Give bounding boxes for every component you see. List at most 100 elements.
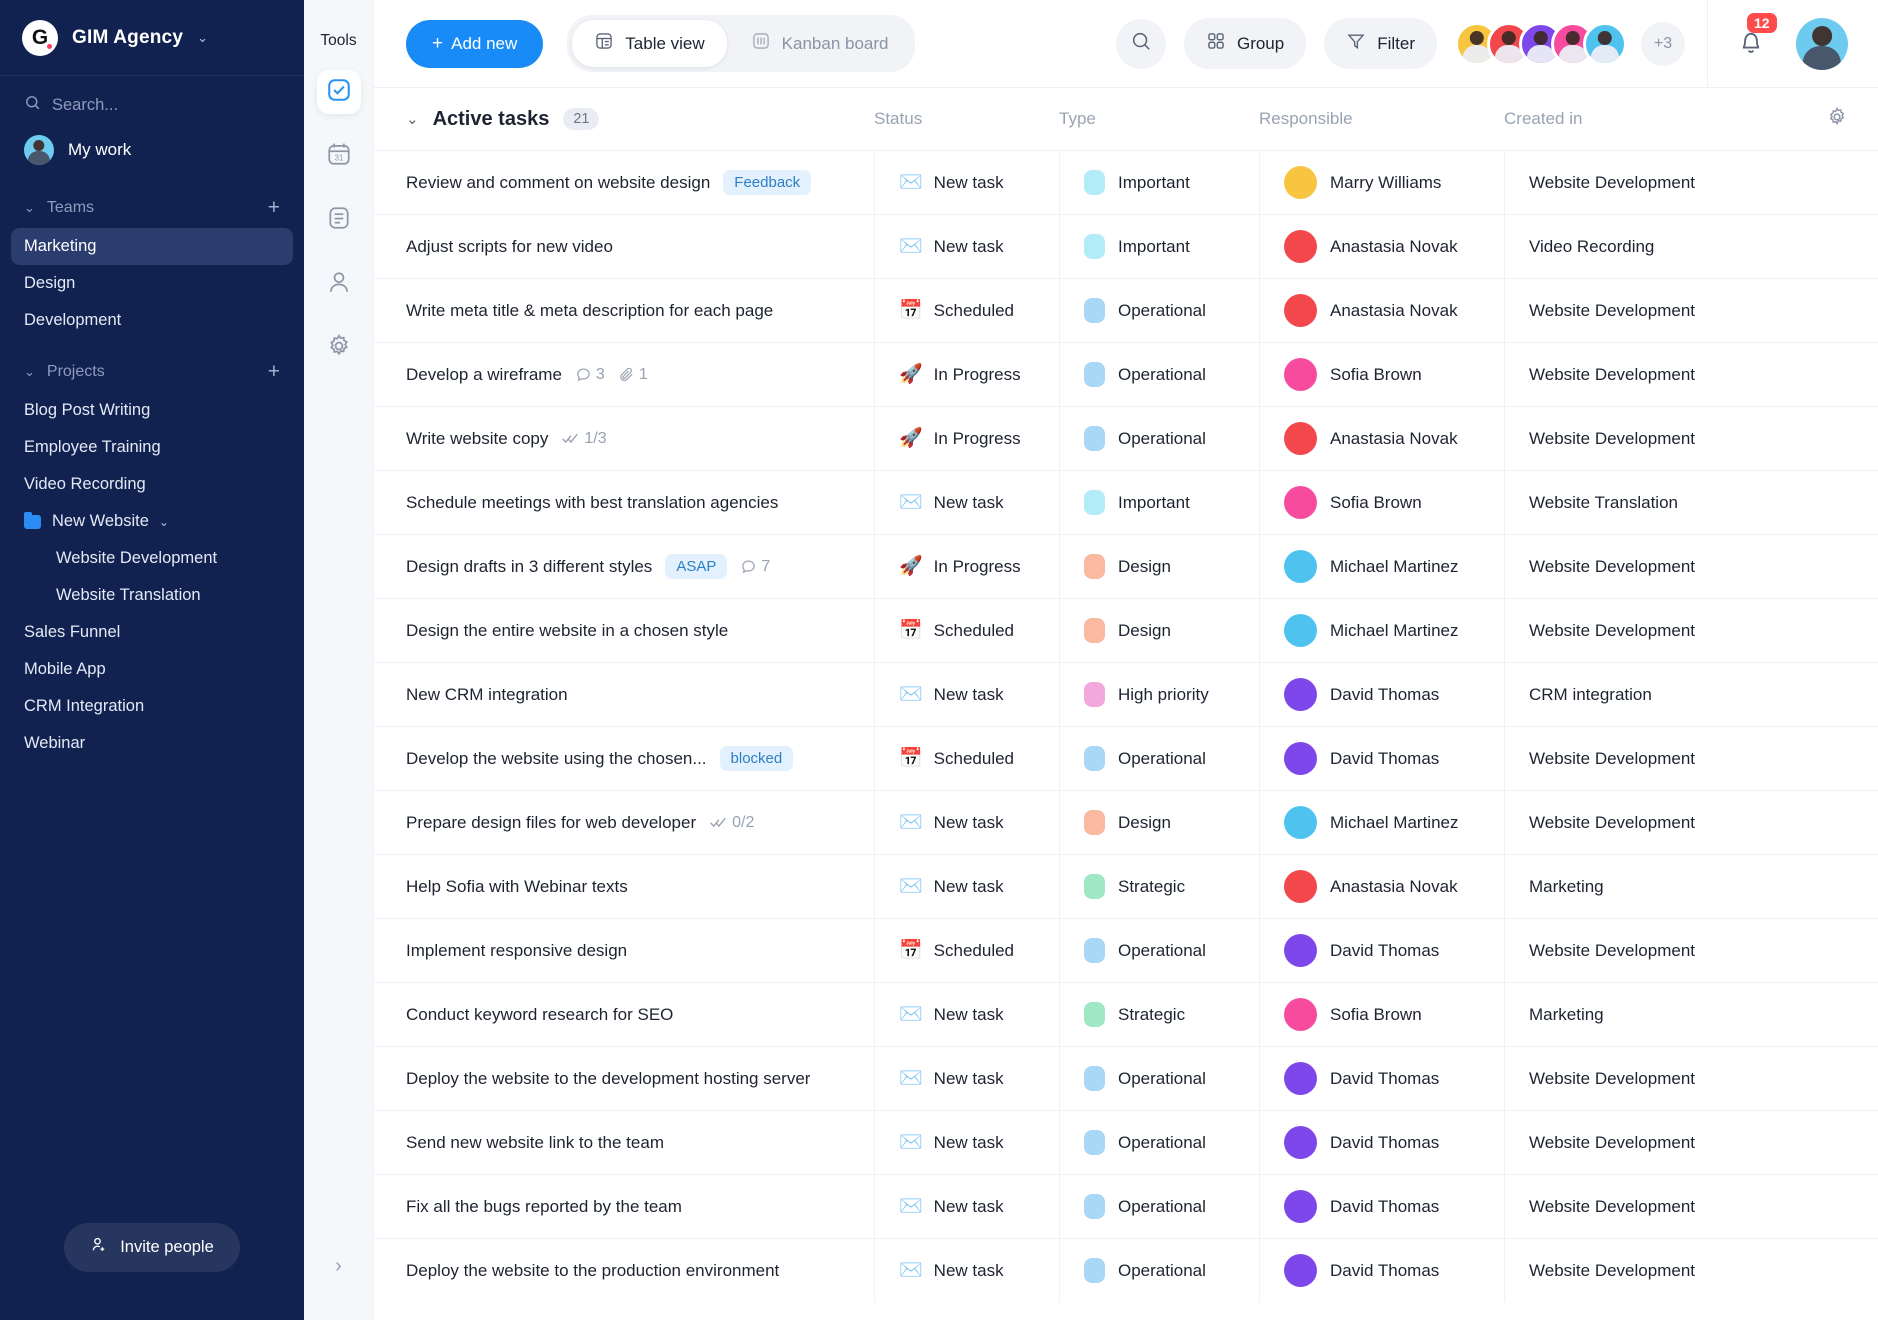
cell-type[interactable]: Operational — [1059, 343, 1259, 406]
cell-type[interactable]: Operational — [1059, 407, 1259, 470]
notifications-button[interactable]: 12 — [1736, 13, 1777, 61]
tool-documents[interactable] — [317, 198, 361, 242]
cell-responsible[interactable]: Sofia Brown — [1259, 983, 1504, 1046]
table-row[interactable]: New CRM integration ✉️ New task High priori… — [374, 662, 1878, 726]
table-row[interactable]: Develop a wireframe 3 1 🚀 In Progress Operati… — [374, 342, 1878, 406]
cell-type[interactable]: Operational — [1059, 1111, 1259, 1174]
cell-type[interactable]: High priority — [1059, 663, 1259, 726]
table-row[interactable]: Implement responsive design 📅 Scheduled Ope… — [374, 918, 1878, 982]
tool-settings[interactable] — [317, 326, 361, 370]
avatars-overflow[interactable]: +3 — [1641, 21, 1685, 66]
cell-task[interactable]: New CRM integration — [406, 663, 874, 726]
cell-status[interactable]: 📅 Scheduled — [874, 727, 1059, 790]
cell-type[interactable]: Important — [1059, 215, 1259, 278]
table-row[interactable]: Design drafts in 3 different styles ASAP 7… — [374, 534, 1878, 598]
filter-button[interactable]: Filter — [1324, 18, 1437, 69]
cell-created-in[interactable]: Marketing — [1504, 855, 1878, 918]
table-row[interactable]: Write website copy 1/3 🚀 In Progress Operati… — [374, 406, 1878, 470]
sidebar-search[interactable]: Search... — [0, 76, 304, 124]
cell-status[interactable]: 📅 Scheduled — [874, 279, 1059, 342]
cell-status[interactable]: ✉️ New task — [874, 1111, 1059, 1174]
cell-created-in[interactable]: Website Development — [1504, 151, 1878, 214]
add-project-button[interactable]: + — [268, 361, 280, 382]
group-button[interactable]: Group — [1183, 18, 1307, 69]
cell-responsible[interactable]: Sofia Brown — [1259, 471, 1504, 534]
cell-status[interactable]: 📅 Scheduled — [874, 919, 1059, 982]
cell-responsible[interactable]: David Thomas — [1259, 1047, 1504, 1110]
sidebar-item-mobile-app[interactable]: Mobile App — [11, 651, 293, 688]
sidebar-item-video-recording[interactable]: Video Recording — [11, 466, 293, 503]
cell-responsible[interactable]: Anastasia Novak — [1259, 407, 1504, 470]
cell-task[interactable]: Prepare design files for web developer 0/… — [406, 791, 874, 854]
cell-status[interactable]: 🚀 In Progress — [874, 343, 1059, 406]
gear-icon[interactable] — [1826, 106, 1848, 133]
cell-task[interactable]: Develop a wireframe 3 1 — [406, 343, 874, 406]
cell-created-in[interactable]: Website Translation — [1504, 471, 1878, 534]
sidebar-item-my-work[interactable]: My work — [0, 124, 304, 175]
cell-task[interactable]: Design drafts in 3 different styles ASAP 7 — [406, 535, 874, 598]
cell-type[interactable]: Strategic — [1059, 983, 1259, 1046]
tab-table-view[interactable]: Table view — [572, 20, 727, 67]
cell-responsible[interactable]: David Thomas — [1259, 1111, 1504, 1174]
sidebar-item-employee-training[interactable]: Employee Training — [11, 429, 293, 466]
tool-contacts[interactable] — [317, 262, 361, 306]
cell-status[interactable]: ✉️ New task — [874, 1047, 1059, 1110]
invite-people-button[interactable]: Invite people — [64, 1223, 240, 1272]
table-row[interactable]: Prepare design files for web developer 0/… — [374, 790, 1878, 854]
cell-created-in[interactable]: Website Development — [1504, 1111, 1878, 1174]
cell-type[interactable]: Design — [1059, 599, 1259, 662]
cell-created-in[interactable]: Marketing — [1504, 983, 1878, 1046]
cell-responsible[interactable]: Anastasia Novak — [1259, 279, 1504, 342]
cell-created-in[interactable]: Website Development — [1504, 919, 1878, 982]
cell-status[interactable]: ✉️ New task — [874, 1175, 1059, 1238]
cell-status[interactable]: ✉️ New task — [874, 151, 1059, 214]
cell-task[interactable]: Deploy the website to the development ho… — [406, 1047, 874, 1110]
user-avatar[interactable] — [1796, 17, 1848, 70]
cell-type[interactable]: Design — [1059, 535, 1259, 598]
cell-task[interactable]: Review and comment on website design Feed… — [406, 151, 874, 214]
cell-created-in[interactable]: Website Development — [1504, 1239, 1878, 1302]
cell-created-in[interactable]: Video Recording — [1504, 215, 1878, 278]
cell-created-in[interactable]: Website Development — [1504, 1175, 1878, 1238]
avatar[interactable] — [1583, 21, 1627, 66]
cell-task[interactable]: Write meta title & meta description for … — [406, 279, 874, 342]
cell-created-in[interactable]: Website Development — [1504, 791, 1878, 854]
table-row[interactable]: Write meta title & meta description for … — [374, 278, 1878, 342]
cell-responsible[interactable]: David Thomas — [1259, 1175, 1504, 1238]
cell-created-in[interactable]: Website Development — [1504, 279, 1878, 342]
cell-type[interactable]: Design — [1059, 791, 1259, 854]
cell-responsible[interactable]: Michael Martinez — [1259, 791, 1504, 854]
cell-responsible[interactable]: David Thomas — [1259, 919, 1504, 982]
cell-task[interactable]: Conduct keyword research for SEO — [406, 983, 874, 1046]
cell-responsible[interactable]: David Thomas — [1259, 727, 1504, 790]
cell-created-in[interactable]: Website Development — [1504, 343, 1878, 406]
cell-status[interactable]: 📅 Scheduled — [874, 599, 1059, 662]
cell-type[interactable]: Strategic — [1059, 855, 1259, 918]
cell-type[interactable]: Important — [1059, 471, 1259, 534]
cell-responsible[interactable]: Sofia Brown — [1259, 343, 1504, 406]
cell-created-in[interactable]: Website Development — [1504, 727, 1878, 790]
sidebar-item-website-development[interactable]: Website Development — [11, 540, 293, 577]
cell-status[interactable]: ✉️ New task — [874, 1239, 1059, 1302]
cell-status[interactable]: ✉️ New task — [874, 791, 1059, 854]
sidebar-item-webinar[interactable]: Webinar — [11, 725, 293, 762]
column-header-responsible[interactable]: Responsible — [1259, 109, 1504, 129]
cell-responsible[interactable]: David Thomas — [1259, 663, 1504, 726]
table-row[interactable]: Send new website link to the team ✉️ New t… — [374, 1110, 1878, 1174]
cell-responsible[interactable]: Michael Martinez — [1259, 535, 1504, 598]
projects-section-header[interactable]: ⌄ Projects + — [0, 339, 304, 392]
cell-status[interactable]: ✉️ New task — [874, 663, 1059, 726]
table-row[interactable]: Fix all the bugs reported by the team ✉️ N… — [374, 1174, 1878, 1238]
cell-type[interactable]: Operational — [1059, 919, 1259, 982]
sidebar-item-development[interactable]: Development — [11, 302, 293, 339]
cell-task[interactable]: Send new website link to the team — [406, 1111, 874, 1174]
table-row[interactable]: Help Sofia with Webinar texts ✉️ New task S… — [374, 854, 1878, 918]
task-tag[interactable]: ASAP — [665, 554, 728, 579]
cell-type[interactable]: Operational — [1059, 1047, 1259, 1110]
table-row[interactable]: Design the entire website in a chosen st… — [374, 598, 1878, 662]
sidebar-item-sales-funnel[interactable]: Sales Funnel — [11, 614, 293, 651]
cell-task[interactable]: Schedule meetings with best translation … — [406, 471, 874, 534]
cell-task[interactable]: Write website copy 1/3 — [406, 407, 874, 470]
cell-status[interactable]: ✉️ New task — [874, 983, 1059, 1046]
column-header-status[interactable]: Status — [874, 109, 1059, 129]
